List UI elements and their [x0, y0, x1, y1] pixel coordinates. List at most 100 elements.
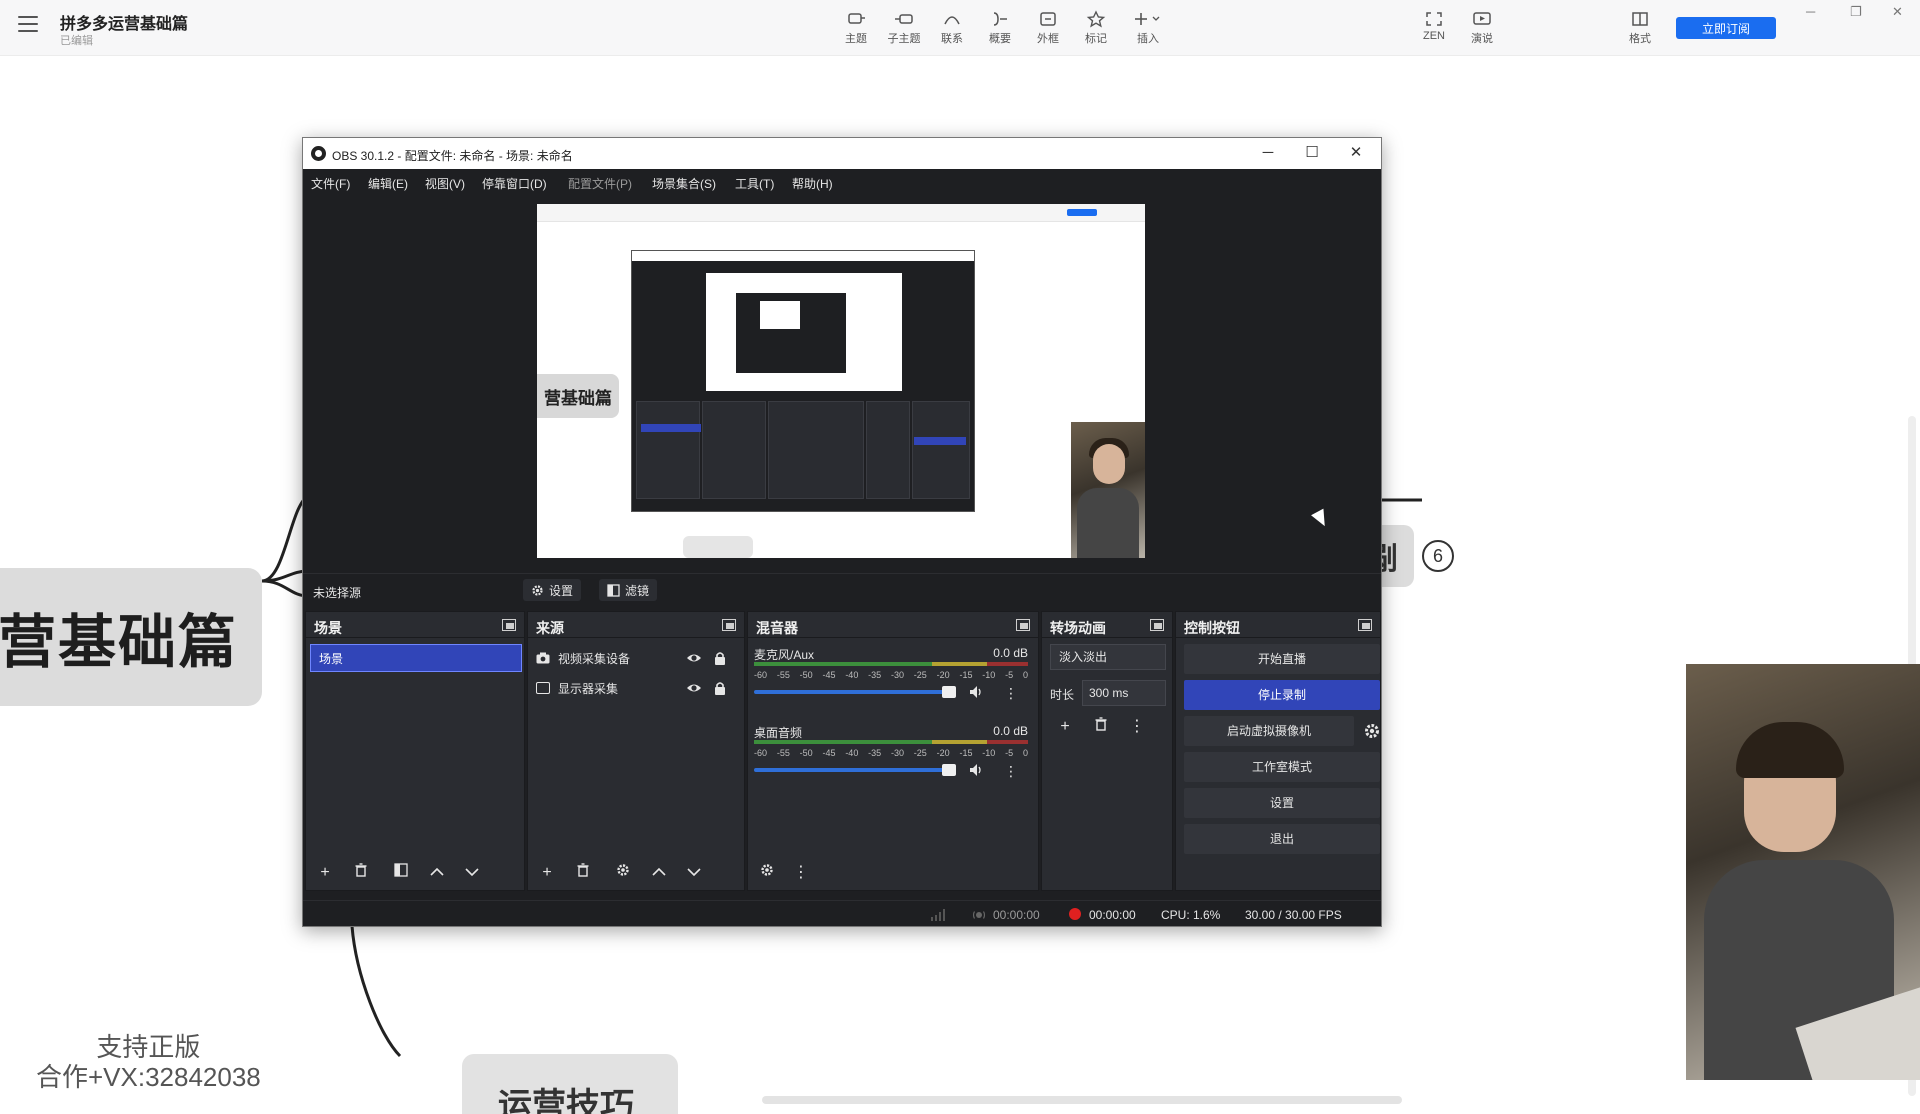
zen-icon: [1426, 12, 1442, 26]
studio-mode-button[interactable]: 工作室模式: [1184, 752, 1380, 782]
menu-tools[interactable]: 工具(T): [735, 175, 774, 192]
undock-icon[interactable]: [1016, 619, 1030, 631]
toolbar-format-button[interactable]: 格式: [1616, 8, 1664, 48]
menu-help[interactable]: 帮助(H): [792, 175, 833, 192]
hamburger-menu-icon[interactable]: [18, 16, 38, 32]
horizontal-scrollbar[interactable]: [762, 1096, 1402, 1104]
preview-webcam: [1071, 422, 1145, 558]
chevron-down-icon[interactable]: [683, 862, 705, 884]
mindmap-child-node[interactable]: 运营技巧: [462, 1054, 678, 1114]
menu-file[interactable]: 文件(F): [311, 175, 350, 192]
menu-edit[interactable]: 编辑(E): [368, 175, 408, 192]
transition-menu-kebab-icon[interactable]: ⋮: [1126, 716, 1148, 738]
fps-readout: 30.00 / 30.00 FPS: [1245, 908, 1342, 922]
meter-scale: -60 -55 -50 -45 -40 -35 -30 -25 -20 -15 -10 -5 0: [754, 670, 1028, 680]
stop-recording-button[interactable]: 停止录制: [1184, 680, 1380, 710]
virtual-camera-gear-icon[interactable]: [1360, 718, 1384, 744]
menu-profile[interactable]: 配置文件(P): [568, 175, 632, 192]
mixer-channel-desktop: 桌面音频 0.0 dB -60 -55 -50 -45 -40 -35 -30 -25 -20-…: [754, 724, 1034, 796]
preview-app-toolbar: [537, 204, 1145, 222]
undock-icon[interactable]: [1150, 619, 1164, 631]
speaker-icon[interactable]: [968, 684, 984, 700]
document-status: 已编辑: [60, 35, 93, 47]
source-item-display-capture[interactable]: 显示器采集: [536, 676, 732, 700]
transition-type-select[interactable]: 淡入淡出: [1050, 644, 1166, 670]
add-source-icon[interactable]: +: [536, 862, 558, 884]
app-restore-icon[interactable]: ❐: [1850, 4, 1862, 20]
advanced-audio-gear-icon[interactable]: [756, 862, 778, 884]
visibility-eye-icon[interactable]: [686, 680, 702, 696]
preview-child-node: [683, 536, 753, 558]
insert-icon: [1135, 13, 1160, 25]
toolbar-marker-button[interactable]: 标记: [1072, 8, 1120, 48]
obs-titlebar[interactable]: OBS 30.1.2 - 配置文件: 未命名 - 场景: 未命名 ─ ☐ ✕: [303, 138, 1381, 169]
toolbar-topic-button[interactable]: 主题: [832, 8, 880, 48]
meter-scale: -60 -55 -50 -45 -40 -35 -30 -25 -20 -15 -10 -5 0: [754, 748, 1028, 758]
start-virtual-camera-button[interactable]: 启动虚拟摄像机: [1184, 716, 1354, 746]
remove-transition-icon[interactable]: [1090, 716, 1112, 738]
properties-button[interactable]: 设置: [523, 579, 582, 601]
settings-button[interactable]: 设置: [1184, 788, 1380, 818]
toolbar-relation-button[interactable]: 联系: [928, 8, 976, 48]
scene-item[interactable]: 场景: [310, 644, 522, 672]
kebab-menu-icon[interactable]: ⋮: [1004, 762, 1018, 780]
lock-icon[interactable]: [712, 650, 728, 666]
lock-icon[interactable]: [712, 680, 728, 696]
kebab-menu-icon[interactable]: ⋮: [1004, 684, 1018, 702]
audio-mixer-dock: 混音器 麦克风/Aux 0.0 dB -60 -55 -50 -45 -40 -35 -30…: [747, 611, 1039, 891]
add-scene-icon[interactable]: +: [314, 862, 336, 884]
menu-docks[interactable]: 停靠窗口(D): [482, 175, 547, 192]
volume-slider-handle[interactable]: [942, 686, 956, 698]
source-item-video-capture[interactable]: 视频采集设备: [536, 646, 732, 670]
exit-button[interactable]: 退出: [1184, 824, 1380, 854]
obs-minimize-icon[interactable]: ─: [1253, 143, 1283, 163]
volume-slider-handle[interactable]: [942, 764, 956, 776]
toolbar-boundary-button[interactable]: 外框: [1024, 8, 1072, 48]
duration-spinbox[interactable]: 300 ms: [1082, 680, 1166, 706]
obs-menubar: 文件(F) 编辑(E) 视图(V) 停靠窗口(D) 配置文件(P) 场景集合(S…: [303, 169, 1381, 195]
toolbar-summary-button[interactable]: 概要: [976, 8, 1024, 48]
toolbar-zen-button[interactable]: ZEN: [1410, 8, 1458, 48]
duration-label: 时长: [1050, 688, 1075, 702]
undock-icon[interactable]: [722, 619, 736, 631]
chevron-down-icon[interactable]: [461, 862, 483, 884]
remove-scene-icon[interactable]: [350, 862, 372, 884]
mixer-channel-mic: 麦克风/Aux 0.0 dB -60 -55 -50 -45 -40 -35 -30 -25-…: [754, 646, 1034, 718]
speaker-icon[interactable]: [968, 762, 984, 778]
start-streaming-button[interactable]: 开始直播: [1184, 644, 1380, 674]
subscribe-button[interactable]: 立即订阅: [1676, 17, 1776, 39]
transitions-title: 转场动画: [1050, 620, 1106, 636]
mixer-title: 混音器: [756, 620, 798, 636]
chevron-up-icon[interactable]: [426, 862, 448, 884]
obs-maximize-icon[interactable]: ☐: [1297, 143, 1327, 163]
remove-source-icon[interactable]: [572, 862, 594, 884]
volume-slider[interactable]: [754, 768, 950, 772]
visibility-eye-icon[interactable]: [686, 650, 702, 666]
app-close-icon[interactable]: ✕: [1892, 4, 1903, 20]
filters-button[interactable]: 滤镜: [599, 579, 658, 601]
chevron-up-icon[interactable]: [648, 862, 670, 884]
source-properties-gear-icon[interactable]: [612, 862, 634, 884]
toolbar-subtopic-button[interactable]: 子主题: [880, 8, 928, 48]
scenes-title: 场景: [314, 620, 342, 636]
pitch-icon: [1473, 12, 1491, 25]
monitor-icon: [536, 682, 550, 694]
network-signal-icon: [931, 909, 945, 921]
add-transition-icon[interactable]: +: [1054, 716, 1076, 738]
mindmap-root-node[interactable]: 营基础篇: [0, 568, 262, 706]
undock-icon[interactable]: [502, 619, 516, 631]
obs-preview-area[interactable]: 营基础篇: [303, 195, 1381, 573]
toolbar-pitch-button[interactable]: 演说: [1458, 8, 1506, 48]
volume-slider[interactable]: [754, 690, 950, 694]
mixer-menu-kebab-icon[interactable]: ⋮: [790, 862, 812, 884]
menu-scene-collection[interactable]: 场景集合(S): [652, 175, 716, 192]
undock-icon[interactable]: [1358, 619, 1372, 631]
preview-canvas[interactable]: 营基础篇: [537, 204, 1145, 558]
app-minimize-icon[interactable]: ─: [1806, 4, 1815, 19]
toolbar-insert-button[interactable]: 插入: [1124, 8, 1172, 48]
menu-view[interactable]: 视图(V): [425, 175, 465, 192]
obs-close-icon[interactable]: ✕: [1341, 143, 1371, 163]
scene-filters-icon[interactable]: [390, 862, 412, 884]
collapsed-count-badge[interactable]: 6: [1422, 540, 1454, 572]
obs-window: OBS 30.1.2 - 配置文件: 未命名 - 场景: 未命名 ─ ☐ ✕ 文…: [302, 137, 1382, 927]
